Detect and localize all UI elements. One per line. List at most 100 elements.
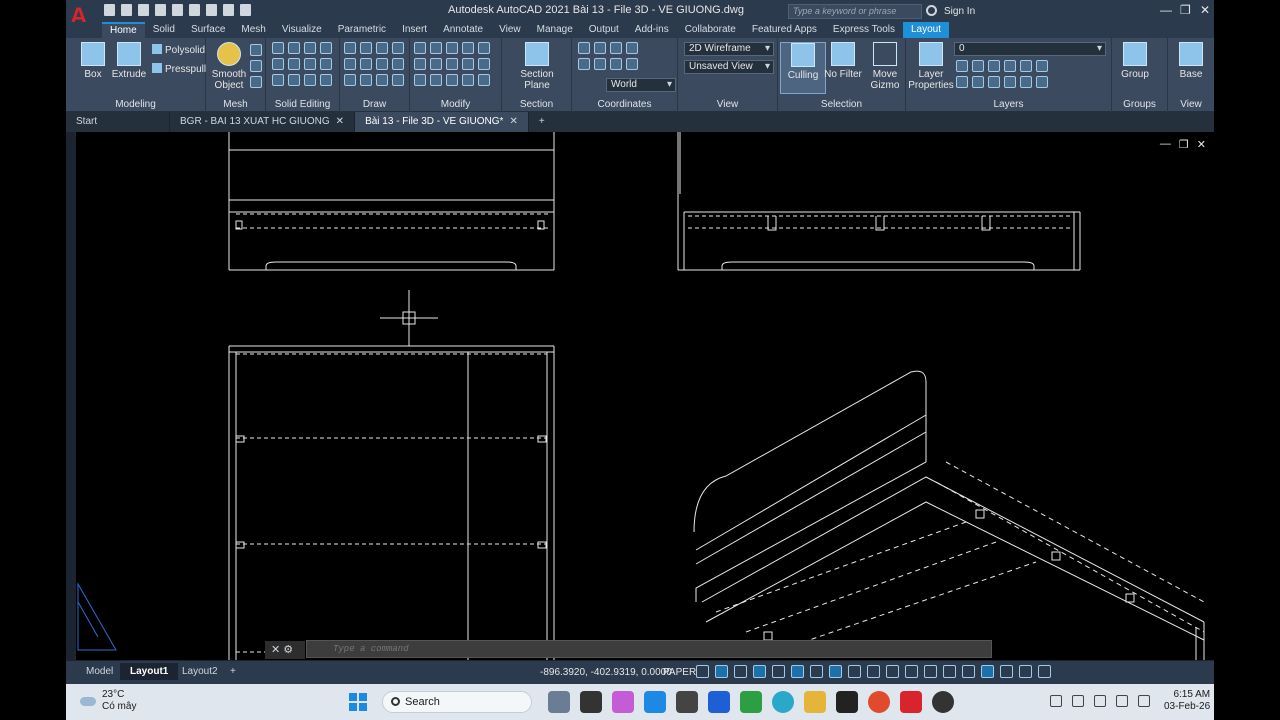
panel-label-layers[interactable]: Layers	[906, 99, 1111, 110]
weather-widget[interactable]: 23°C Có mây	[80, 689, 136, 713]
tab-visualize[interactable]: Visualize	[274, 22, 330, 38]
autocad-taskbar-icon[interactable]	[900, 691, 922, 713]
command-line-close-icon[interactable]: ✕ ⚙	[265, 641, 305, 659]
open-file-icon[interactable]	[121, 4, 132, 16]
panel-label-coordinates[interactable]: Coordinates	[572, 99, 677, 110]
ucs-object-icon[interactable]	[578, 58, 590, 70]
customization-menu-icon[interactable]	[1038, 665, 1051, 678]
chrome-icon[interactable]	[868, 691, 890, 713]
edge-browser-icon[interactable]	[772, 691, 794, 713]
extend-icon[interactable]	[478, 42, 490, 54]
tab-add-ins[interactable]: Add-ins	[627, 22, 677, 38]
layer-tool-icon[interactable]	[956, 60, 968, 72]
copy-icon[interactable]	[414, 42, 426, 54]
layout-tab-layout1[interactable]: Layout1	[120, 663, 179, 680]
save-as-icon[interactable]	[155, 4, 166, 16]
layer-properties-button[interactable]: Layer Properties	[908, 42, 954, 91]
explode-icon[interactable]	[462, 74, 474, 86]
trim-icon[interactable]	[462, 42, 474, 54]
undo-icon[interactable]	[223, 4, 234, 16]
lock-ui-icon[interactable]	[962, 665, 975, 678]
file-explorer-icon[interactable]	[804, 691, 826, 713]
close-tab-icon[interactable]: ✕	[336, 116, 344, 127]
ucs-view-icon[interactable]	[626, 42, 638, 54]
subtract-icon[interactable]	[288, 42, 300, 54]
ellipse-icon[interactable]	[376, 74, 388, 86]
shell-icon[interactable]	[288, 74, 300, 86]
widgets-app-icon[interactable]	[548, 691, 570, 713]
polygon-icon[interactable]	[344, 74, 356, 86]
tab-output[interactable]: Output	[581, 22, 627, 38]
viewport-restore-icon[interactable]: ❐	[1179, 138, 1189, 151]
circle-icon[interactable]	[376, 58, 388, 70]
mirror-icon[interactable]	[430, 42, 442, 54]
tab-view[interactable]: View	[491, 22, 529, 38]
layer-tool-icon[interactable]	[1036, 76, 1048, 88]
move-gizmo-button[interactable]: Move Gizmo	[862, 42, 908, 91]
ucs-origin-icon[interactable]	[594, 42, 606, 54]
3d-rotate-icon[interactable]	[446, 74, 458, 86]
tab-layout[interactable]: Layout	[902, 22, 950, 38]
doc-tab-bai13[interactable]: Bài 13 - File 3D - VE GIUONG* ✕	[355, 112, 529, 132]
erase-icon[interactable]	[478, 74, 490, 86]
tab-manage[interactable]: Manage	[529, 22, 581, 38]
base-button[interactable]: Base	[1168, 42, 1214, 80]
layer-tool-icon[interactable]	[1004, 60, 1016, 72]
tab-collaborate[interactable]: Collaborate	[677, 22, 744, 38]
panel-label-draw[interactable]: Draw	[340, 99, 409, 110]
visual-style-dropdown[interactable]: 2D Wireframe	[684, 42, 774, 56]
array-icon[interactable]	[430, 58, 442, 70]
panel-label-solid-editing[interactable]: Solid Editing	[266, 99, 339, 110]
wifi-icon[interactable]	[1094, 695, 1106, 707]
presspull-button[interactable]: Presspull	[152, 63, 206, 75]
layer-tool-icon[interactable]	[1036, 60, 1048, 72]
workspace-gear-icon[interactable]	[886, 665, 899, 678]
3d-polyline-icon[interactable]	[344, 58, 356, 70]
panel-label-modeling[interactable]: Modeling	[66, 99, 205, 110]
mesh-tool-icon[interactable]	[250, 60, 262, 72]
plus-icon[interactable]	[905, 665, 918, 678]
clean-icon[interactable]	[304, 74, 316, 86]
autodesk-app-icon[interactable]	[708, 691, 730, 713]
interfere-icon[interactable]	[320, 42, 332, 54]
tab-featured-apps[interactable]: Featured Apps	[744, 22, 825, 38]
doc-tab-start[interactable]: Start	[66, 112, 170, 132]
viewport-close-icon[interactable]: ✕	[1197, 138, 1206, 151]
units-icon[interactable]	[924, 665, 937, 678]
polysolid-button[interactable]: Polysolid	[152, 44, 205, 56]
union-icon[interactable]	[272, 42, 284, 54]
snap-icon[interactable]	[696, 665, 709, 678]
save-icon[interactable]	[138, 4, 149, 16]
mesh-tool-icon[interactable]	[250, 76, 262, 88]
layer-tool-icon[interactable]	[972, 76, 984, 88]
coordinate-readout[interactable]: -896.3920, -402.9319, 0.0000	[540, 667, 672, 678]
layer-tool-icon[interactable]	[956, 76, 968, 88]
cube-app-icon[interactable]	[676, 691, 698, 713]
spline-icon[interactable]	[392, 42, 404, 54]
rotate-icon[interactable]	[446, 58, 458, 70]
ucs-3point-icon[interactable]	[594, 58, 606, 70]
helix-icon[interactable]	[360, 58, 372, 70]
web-mobile-save-icon[interactable]	[189, 4, 200, 16]
layer-dropdown[interactable]: 0	[954, 42, 1106, 56]
tab-parametric[interactable]: Parametric	[330, 22, 394, 38]
ucs-world-dropdown[interactable]: World	[606, 78, 676, 92]
battery-icon[interactable]	[1138, 695, 1150, 707]
hatch-icon[interactable]	[392, 58, 404, 70]
polyline-icon[interactable]	[360, 42, 372, 54]
panel-label-mesh[interactable]: Mesh	[206, 99, 265, 110]
tab-annotate[interactable]: Annotate	[435, 22, 491, 38]
redo-icon[interactable]	[240, 4, 251, 16]
obs-icon[interactable]	[932, 691, 954, 713]
layer-tool-icon[interactable]	[1020, 60, 1032, 72]
minimize-icon[interactable]: —	[1160, 3, 1172, 17]
mesh-tool-icon[interactable]	[250, 44, 262, 56]
taskbar-search[interactable]: Search	[382, 691, 532, 713]
line-icon[interactable]	[344, 42, 356, 54]
no-filter-button[interactable]: No Filter	[820, 42, 866, 80]
chevron-up-icon[interactable]	[1050, 695, 1062, 707]
intersect-icon[interactable]	[304, 42, 316, 54]
ucs-x-icon[interactable]	[610, 42, 622, 54]
tab-mesh[interactable]: Mesh	[233, 22, 273, 38]
move-icon[interactable]	[446, 42, 458, 54]
